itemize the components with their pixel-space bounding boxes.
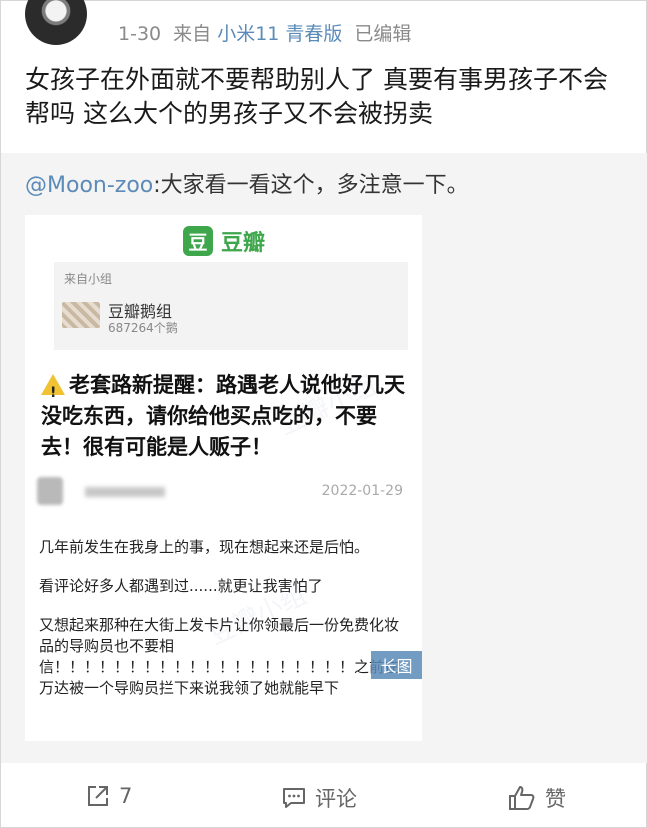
group-thumbnail [62, 302, 100, 328]
avatar[interactable] [25, 0, 87, 45]
weibo-post-screenshot: 1-30 来自 小米11 青春版 已编辑 女孩子在外面就不要帮助别人了 真要有事男孩… [0, 0, 647, 828]
comment-button[interactable]: 评论 [281, 783, 357, 813]
blurred-username [85, 487, 165, 497]
source-prefix: 来自 [173, 23, 212, 45]
comment-icon [283, 788, 305, 808]
article-headline: 老套路新提醒：路遇老人说他好几天没吃东西，请你给他买点吃的，不要去！很有可能是人… [41, 370, 413, 463]
share-count: 7 [119, 784, 133, 808]
author-row: 2022-01-29 [37, 477, 417, 507]
share-icon [88, 786, 108, 806]
mention-link[interactable]: @Moon-zoo [25, 173, 153, 198]
headline-text: 老套路新提醒：路遇老人说他好几天没吃东西，请你给他买点吃的，不要去！很有可能是人… [41, 373, 405, 459]
douban-logo-icon: 豆 [183, 226, 213, 256]
warning-icon [41, 374, 65, 409]
article-paragraph: 又想起来那种在大街上发卡片让你领最后一份免费化妆品的导购员也不要相信！！！！！！… [39, 616, 400, 697]
post-text: 女孩子在外面就不要帮助别人了 真要有事男孩子不会帮吗 这么大个的男孩子又不会被拐… [25, 65, 608, 128]
device-link[interactable]: 小米11 青春版 [217, 23, 342, 45]
repost-text: :大家看一看这个，多注意一下。 [153, 173, 469, 198]
group-member-count: 687264个鹅 [108, 321, 178, 335]
article-paragraph: 几年前发生在我身上的事，现在想起来还是后怕。 [39, 538, 370, 556]
thumbs-up-icon [509, 786, 535, 810]
like-button[interactable]: 赞 [507, 783, 566, 813]
post-date: 1-30 [118, 23, 162, 45]
article-body: 几年前发生在我身上的事，现在想起来还是后怕。 看评论好多人都遇到过......就… [39, 537, 409, 699]
article-paragraph: 看评论好多人都遇到过......就更让我害怕了 [39, 577, 323, 595]
action-bar: 7 评论 赞 [1, 769, 647, 828]
blurred-avatar [37, 477, 63, 505]
long-image-badge: 长图 [371, 651, 422, 679]
article-date: 2022-01-29 [321, 483, 403, 499]
douban-logo: 豆 豆瓣 [183, 225, 265, 257]
group-from-label: 来自小组 [64, 272, 113, 286]
edited-label: 已编辑 [354, 23, 412, 45]
group-box: 来自小组 豆瓣鹅组 687264个鹅 [54, 262, 408, 350]
repost-section[interactable]: @Moon-zoo:大家看一看这个，多注意一下。 豆瓣小组 豆瓣小组 豆 豆瓣 … [1, 153, 647, 763]
douban-logo-text: 豆瓣 [221, 231, 266, 256]
post-meta: 1-30 来自 小米11 青春版 已编辑 [118, 19, 411, 46]
share-button[interactable]: 7 [85, 783, 132, 809]
comment-label: 评论 [315, 787, 357, 811]
long-image[interactable]: 豆瓣小组 豆瓣小组 豆 豆瓣 来自小组 豆瓣鹅组 687264个鹅 老套路新提醒… [25, 215, 422, 741]
like-label: 赞 [545, 787, 566, 811]
repost-line: @Moon-zoo:大家看一看这个，多注意一下。 [25, 167, 469, 199]
